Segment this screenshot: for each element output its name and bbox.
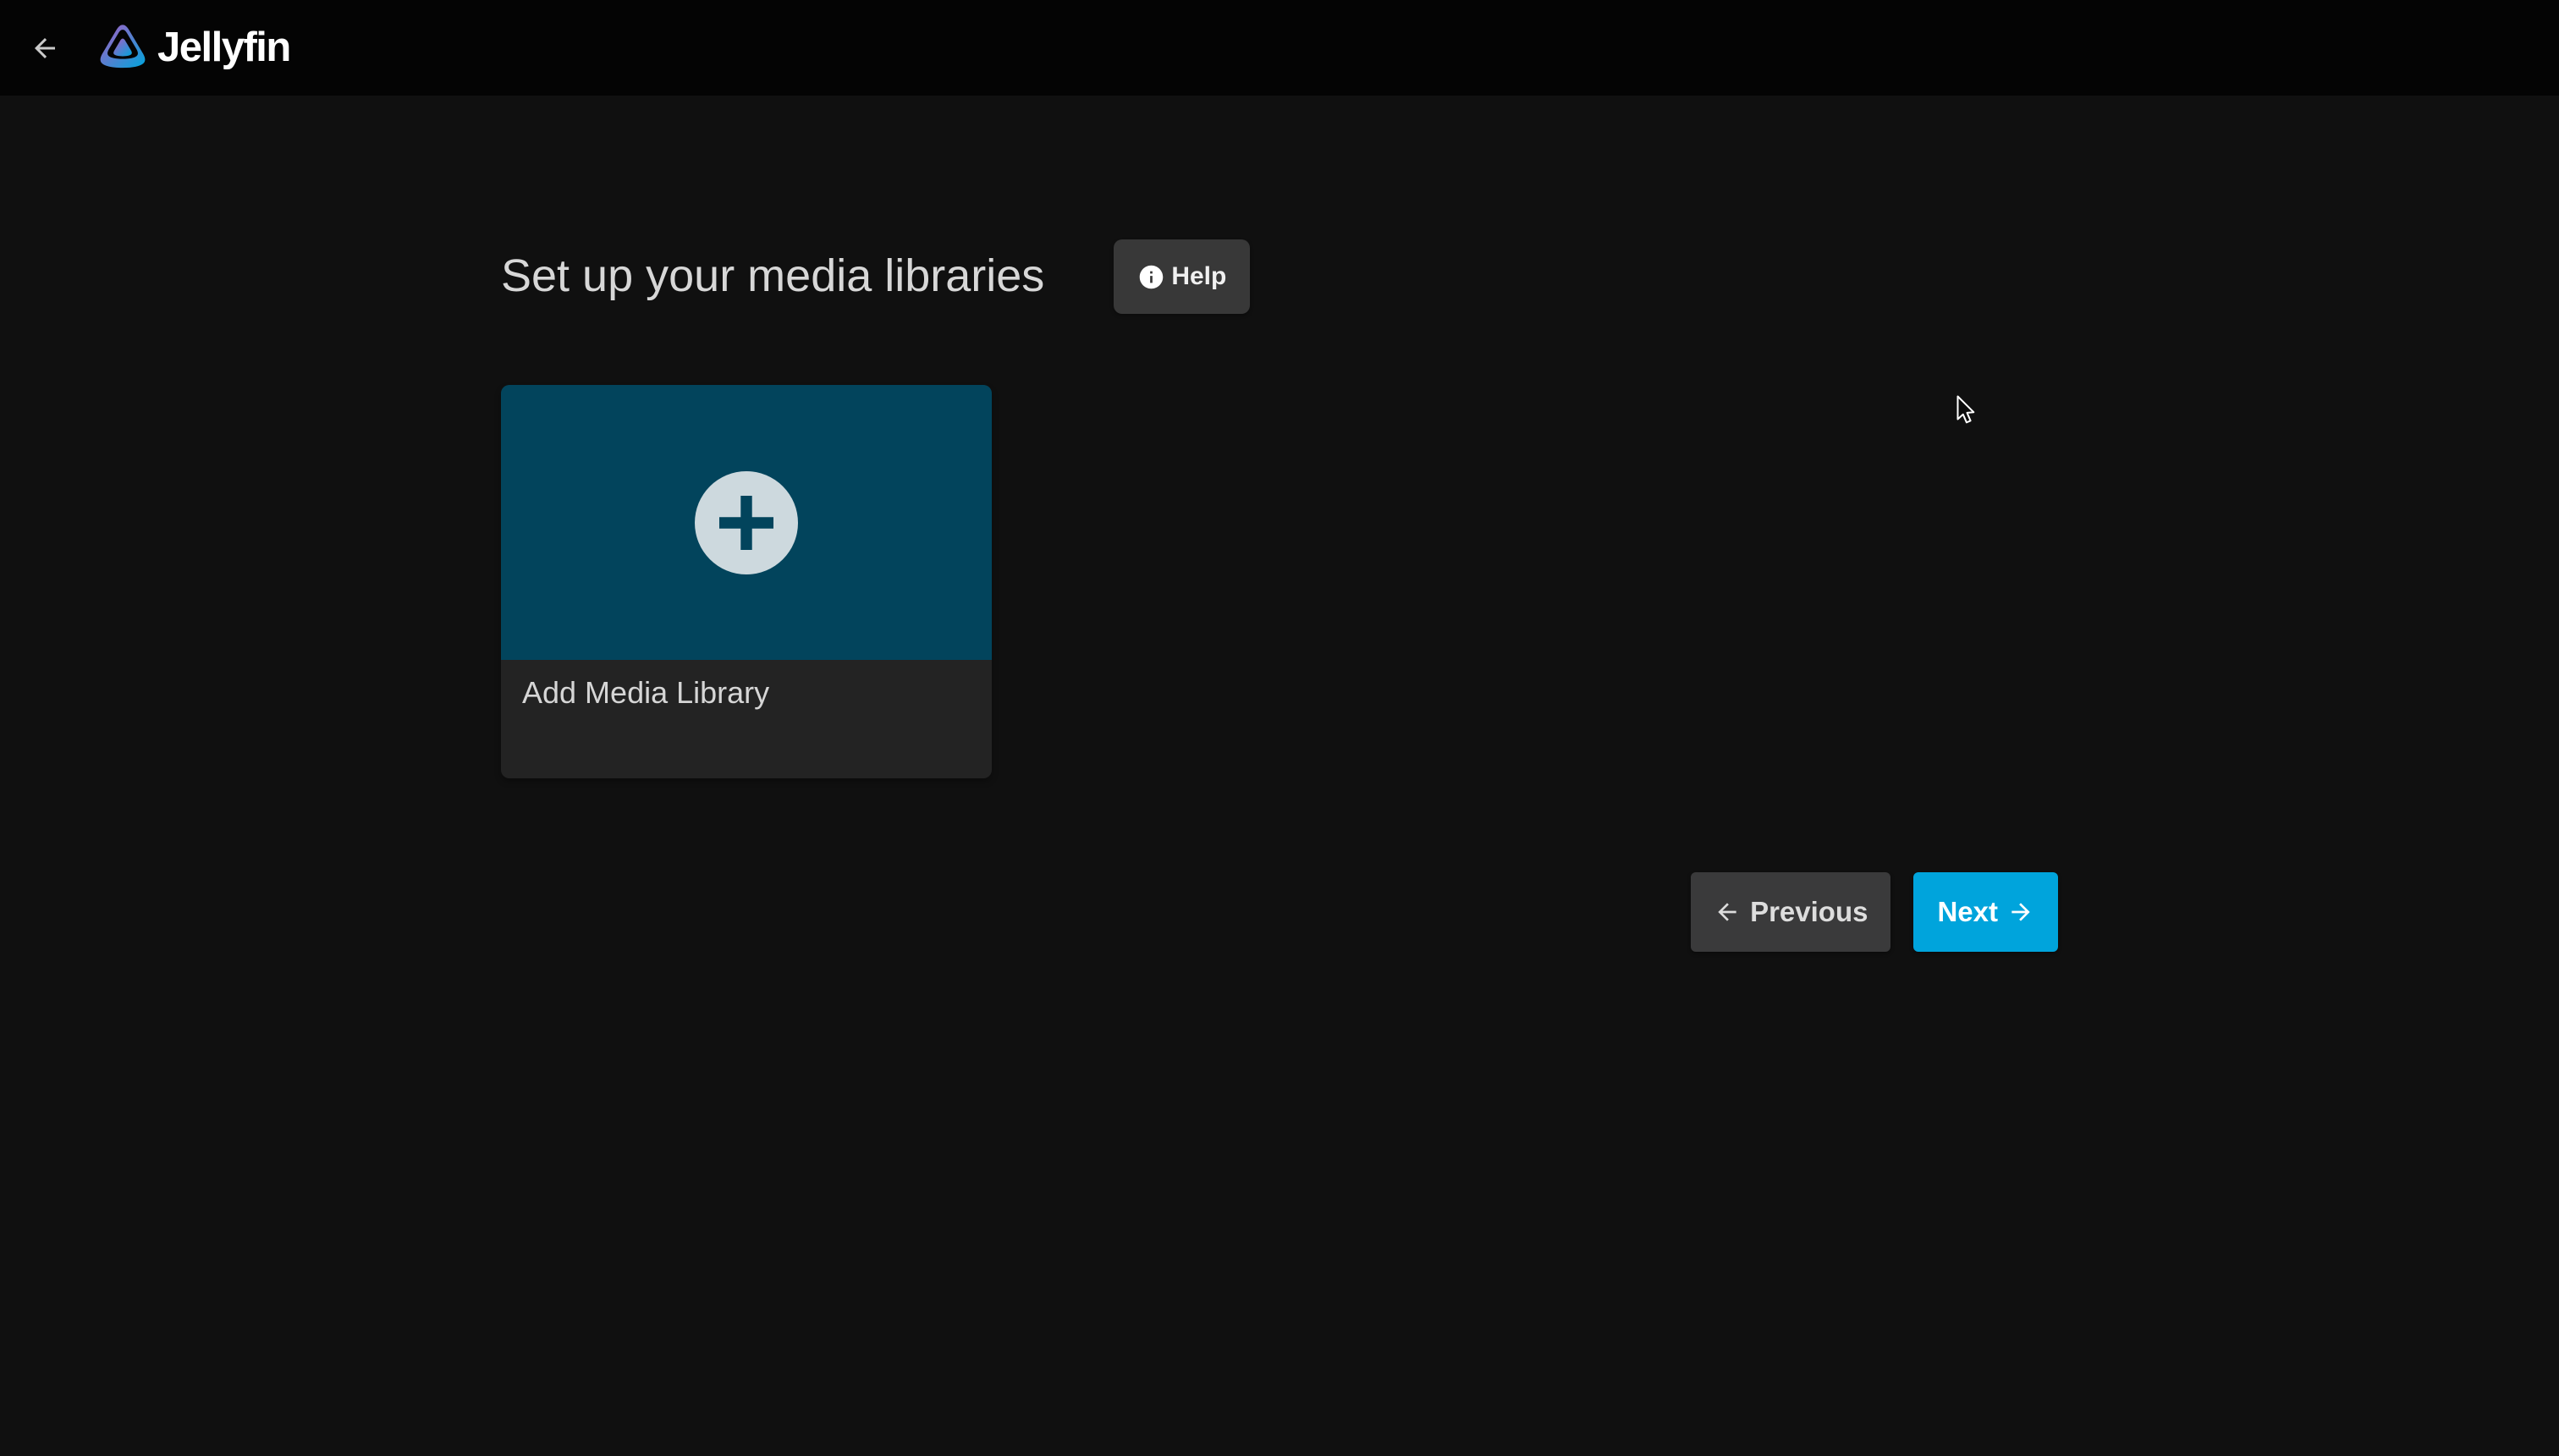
- plus-icon: [719, 496, 773, 550]
- previous-button-label: Previous: [1750, 896, 1868, 928]
- add-library-card[interactable]: Add Media Library: [501, 385, 992, 778]
- card-label-bar: Add Media Library: [501, 660, 992, 778]
- back-arrow-icon: [30, 33, 60, 63]
- library-grid: Add Media Library: [501, 385, 2058, 778]
- back-button[interactable]: [15, 0, 74, 96]
- previous-button[interactable]: Previous: [1691, 872, 1890, 952]
- app-title: Jellyfin: [157, 27, 290, 69]
- arrow-right-icon: [2007, 898, 2034, 926]
- help-button-label: Help: [1171, 262, 1226, 291]
- next-button[interactable]: Next: [1913, 872, 2058, 952]
- add-library-circle: [695, 471, 798, 574]
- arrow-left-icon: [1714, 898, 1741, 926]
- page: { "app": { "name": "Jellyfin" }, "wizard…: [0, 0, 2559, 1456]
- heading-row: Set up your media libraries Help: [501, 239, 2058, 314]
- card-image-area: [501, 385, 992, 660]
- wizard-nav: Previous Next: [501, 872, 2058, 952]
- help-button[interactable]: Help: [1114, 239, 1250, 314]
- card-label: Add Media Library: [522, 675, 769, 710]
- info-icon: [1137, 263, 1165, 291]
- jellyfin-logo: Jellyfin: [96, 23, 290, 73]
- page-title: Set up your media libraries: [501, 251, 1044, 301]
- next-button-label: Next: [1937, 896, 1998, 928]
- wizard-content: Set up your media libraries Help Add Med…: [501, 96, 2058, 952]
- app-header: Jellyfin: [0, 0, 2559, 96]
- jellyfin-logo-icon: [96, 23, 149, 73]
